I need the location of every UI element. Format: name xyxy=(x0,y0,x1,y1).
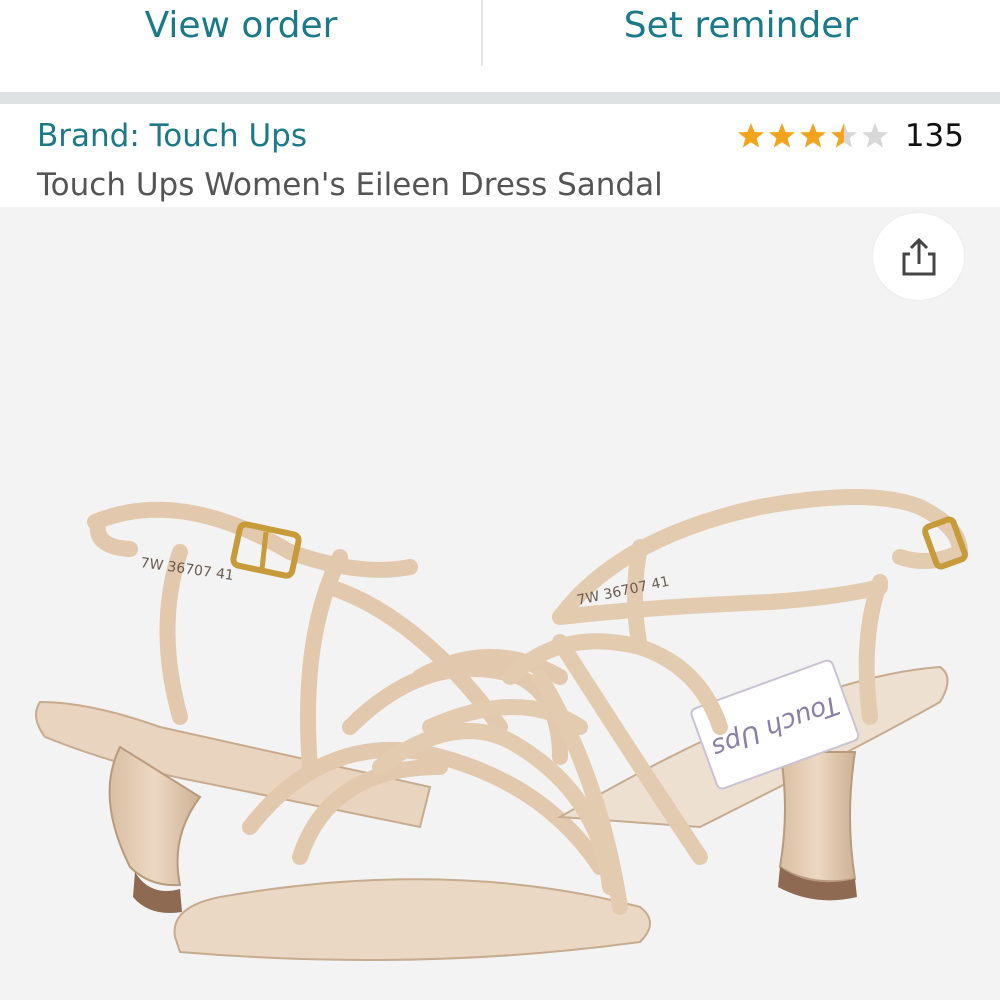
star-icon xyxy=(799,123,826,148)
left-sandal: 7W 36707 41 xyxy=(35,501,651,961)
rating-summary[interactable]: 135 xyxy=(736,118,964,154)
star-icon xyxy=(768,123,795,148)
sandal-pair-image: 7W 36707 41 Touch Ups 7W 36707 41 xyxy=(35,489,969,961)
top-action-bar: View order Set reminder xyxy=(0,0,1000,92)
right-sandal: Touch Ups 7W 36707 41 xyxy=(372,489,969,915)
view-order-button[interactable]: View order xyxy=(0,0,482,70)
product-title: Touch Ups Women's Eileen Dress Sandal xyxy=(37,167,663,203)
star-icon xyxy=(737,123,764,148)
brand-link[interactable]: Brand: Touch Ups xyxy=(37,118,307,154)
set-reminder-button[interactable]: Set reminder xyxy=(482,0,1000,70)
star-rating xyxy=(736,121,891,151)
star-icon xyxy=(861,123,888,148)
share-icon xyxy=(902,237,935,275)
review-count: 135 xyxy=(904,118,964,154)
star-icon xyxy=(830,123,857,148)
left-size-print: 7W 36707 41 xyxy=(139,555,234,584)
section-divider xyxy=(0,92,1000,104)
product-image[interactable]: 7W 36707 41 Touch Ups 7W 36707 41 xyxy=(0,207,1000,1000)
share-button[interactable] xyxy=(873,213,964,300)
